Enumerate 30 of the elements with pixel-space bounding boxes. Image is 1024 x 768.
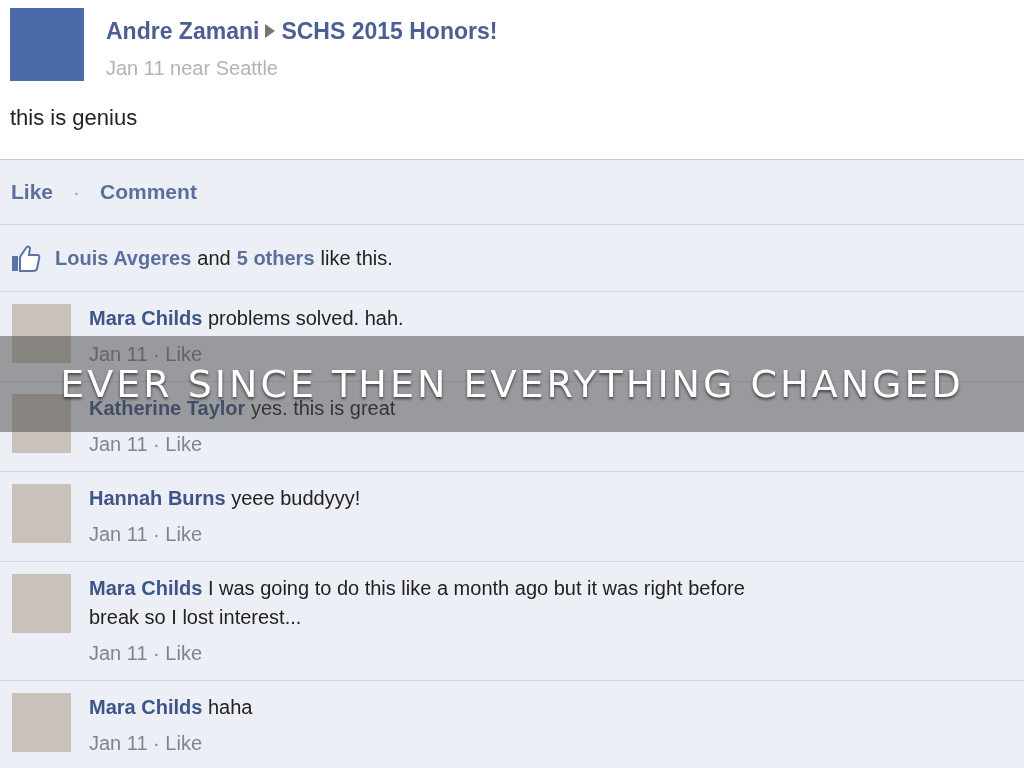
- post-meta: Jan 11 near Seattle: [106, 55, 279, 81]
- comment-meta: Jan 11 · Like: [89, 641, 204, 666]
- action-link[interactable]: Comment: [100, 176, 197, 208]
- likes-text: and: [197, 246, 231, 271]
- group-link[interactable]: SCHS 2015 Honors!: [281, 14, 498, 49]
- commenter-link[interactable]: Mara Childs: [89, 696, 203, 718]
- comment-text: Katherine Taylor yes. this is great: [89, 397, 396, 421]
- avatar-placeholder: [12, 574, 71, 633]
- avatar-placeholder: [12, 304, 71, 363]
- commenter-link[interactable]: Hannah Burns: [89, 487, 226, 509]
- comment-text: Mara Childs haha: [89, 695, 253, 720]
- comment-text: Mara Childs I was going to do this like a month ago but it was right before break so I lost interest...: [89, 576, 746, 630]
- commenter-link[interactable]: Mara Childs: [89, 577, 203, 599]
- triangle-icon: [265, 24, 276, 39]
- comment-text: Hannah Burns yeee buddyyy!: [89, 486, 361, 511]
- likes-link[interactable]: Louis Avgeres: [55, 243, 192, 273]
- separator-dot: ·: [73, 179, 81, 206]
- avatar-placeholder: [12, 693, 71, 752]
- comment-meta: Jan 11 · Like: [89, 432, 204, 457]
- post-text: this is genius: [10, 103, 139, 132]
- thumbs-up-icon: [11, 244, 41, 272]
- author-link[interactable]: Andre Zamani: [106, 14, 260, 49]
- action-link[interactable]: Like: [11, 176, 54, 208]
- likes-text: like this.: [320, 246, 393, 271]
- avatar-placeholder: [12, 484, 71, 543]
- likes-link[interactable]: 5 others: [236, 243, 315, 273]
- comment-meta: Jan 11 · Like: [89, 731, 204, 756]
- comment-meta: Jan 11 · Like: [89, 522, 204, 547]
- commenter-link[interactable]: Mara Childs: [89, 307, 203, 329]
- comment-text: Mara Childs problems solved. hah.: [89, 306, 404, 331]
